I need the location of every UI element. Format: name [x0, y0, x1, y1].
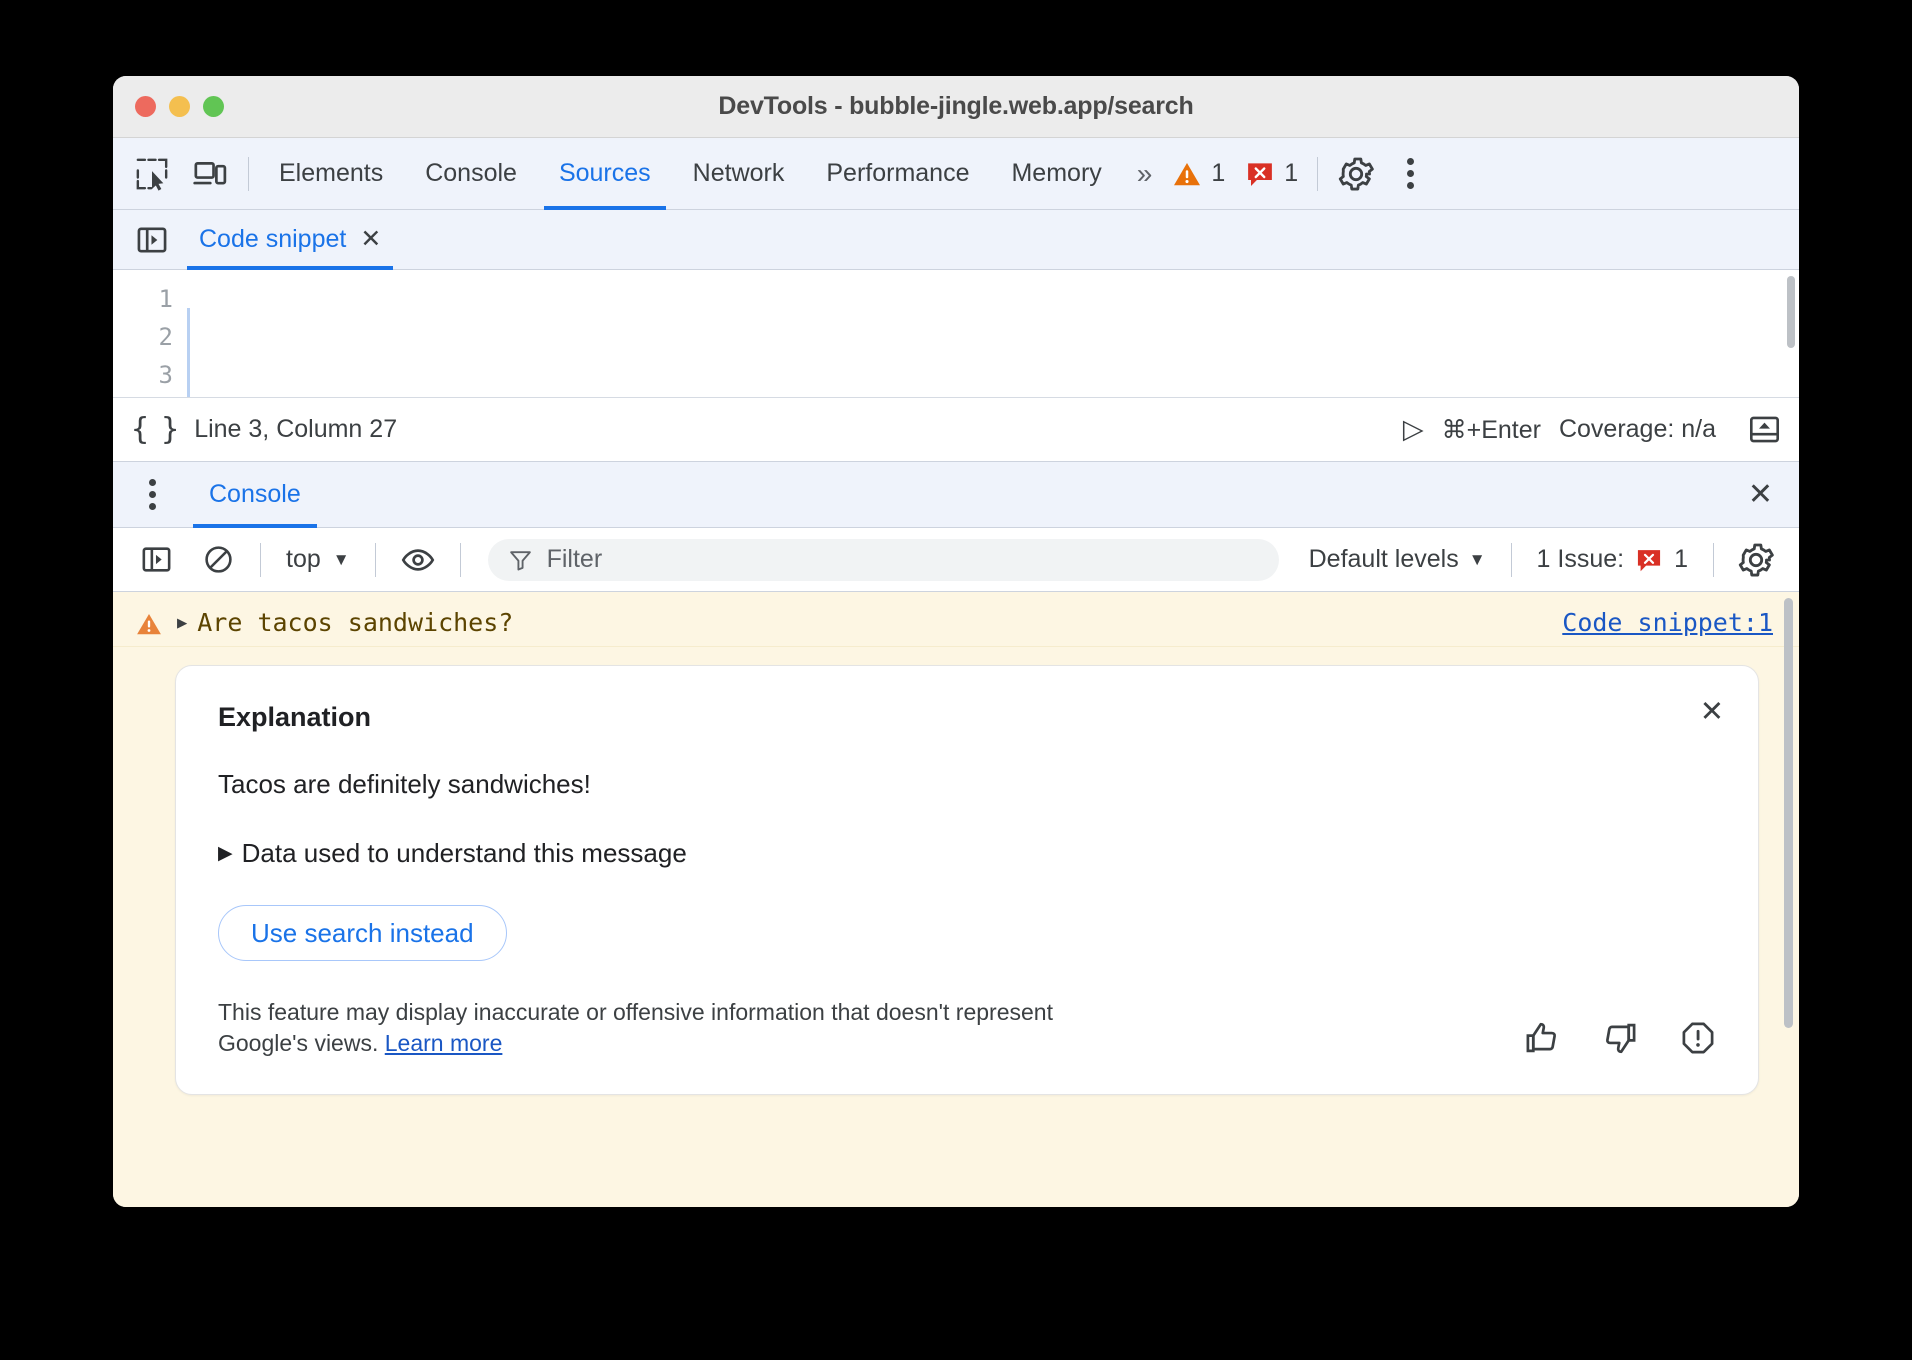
window-title: DevTools - bubble-jingle.web.app/search [113, 92, 1799, 121]
title-bar: DevTools - bubble-jingle.web.app/search [113, 76, 1799, 138]
tab-elements[interactable]: Elements [258, 138, 404, 210]
run-snippet-icon[interactable]: ▷ [1403, 414, 1424, 445]
indent-guide [187, 308, 190, 397]
snippet-tab-label: Code snippet [199, 225, 346, 254]
log-levels-selector[interactable]: Default levels ▼ [1297, 545, 1498, 574]
warning-count: 1 [1211, 159, 1225, 188]
line-number: 3 [113, 356, 173, 394]
coverage-label: Coverage: n/a [1559, 415, 1716, 444]
data-used-label: Data used to understand this message [242, 838, 687, 869]
run-shortcut-label: ⌘+Enter [1442, 415, 1541, 445]
toolbar-divider [248, 157, 249, 191]
tab-console[interactable]: Console [404, 138, 538, 210]
more-tabs-chevron-icon[interactable]: » [1123, 158, 1163, 190]
warning-triangle-icon [135, 610, 163, 638]
data-used-disclosure[interactable]: ▶ Data used to understand this message [218, 838, 1716, 869]
live-expression-eye-icon[interactable] [389, 531, 447, 589]
editor-status-bar: { } Line 3, Column 27 ▷ ⌘+Enter Coverage… [113, 398, 1799, 462]
close-icon[interactable]: ✕ [360, 227, 381, 252]
close-drawer-icon[interactable]: ✕ [1748, 480, 1773, 510]
issues-indicator[interactable]: 1 Issue: 1 [1525, 545, 1700, 574]
code-line-1: console.warn( [185, 394, 1799, 398]
tab-memory[interactable]: Memory [990, 138, 1122, 210]
code-token-warn: warn( [303, 394, 377, 398]
show-drawer-icon[interactable] [1748, 413, 1781, 446]
console-divider-3 [460, 543, 461, 577]
thumb-down-icon[interactable] [1602, 1020, 1638, 1056]
console-scrollbar[interactable] [1784, 598, 1793, 1028]
error-count-badge[interactable]: 1 [1235, 159, 1308, 189]
report-icon[interactable] [1680, 1020, 1716, 1056]
devtools-main-tabbar: Elements Console Sources Network Perform… [113, 138, 1799, 210]
tab-sources[interactable]: Sources [538, 138, 672, 210]
device-toolbar-icon[interactable] [181, 145, 239, 203]
log-levels-label: Default levels [1309, 545, 1459, 574]
tab-code-snippet[interactable]: Code snippet ✕ [181, 210, 399, 270]
cursor-position: Line 3, Column 27 [194, 415, 397, 444]
error-count: 1 [1284, 159, 1298, 188]
editor-scrollbar[interactable] [1787, 276, 1795, 348]
feedback-actions [1524, 1020, 1716, 1060]
code-content[interactable]: console.warn( "Are tacos sandwiches? %c … [185, 270, 1799, 397]
console-message-text: ▶ Are tacos sandwiches? [177, 608, 513, 637]
card-footer: This feature may display inaccurate or o… [218, 997, 1716, 1060]
console-divider-4 [1511, 543, 1512, 577]
console-toolbar: top ▼ Filter Default levels ▼ 1 Issue: [113, 528, 1799, 592]
show-navigator-icon[interactable] [123, 211, 181, 269]
console-divider-2 [375, 543, 376, 577]
issues-count: 1 [1674, 545, 1688, 574]
filter-funnel-icon [508, 547, 533, 572]
filter-placeholder: Filter [547, 545, 603, 574]
message-source-link[interactable]: Code snippet:1 [1562, 608, 1773, 637]
chevron-down-icon: ▼ [333, 550, 350, 570]
thumb-up-icon[interactable] [1524, 1020, 1560, 1056]
toolbar-divider-2 [1317, 157, 1318, 191]
console-settings-gear-icon[interactable] [1727, 531, 1785, 589]
expand-arrow-icon: ▶ [218, 842, 233, 865]
warning-triangle-icon[interactable] [386, 324, 534, 398]
expand-arrow-icon[interactable]: ▶ [177, 613, 187, 633]
tab-performance[interactable]: Performance [805, 138, 990, 210]
line-number-gutter: 1 2 3 [113, 270, 185, 397]
error-bubble-icon [1245, 159, 1275, 189]
devtools-window: DevTools - bubble-jingle.web.app/search … [113, 76, 1799, 1207]
console-sidebar-icon[interactable] [127, 531, 185, 589]
use-search-instead-button[interactable]: Use search instead [218, 905, 507, 961]
pretty-print-braces-icon[interactable]: { } [131, 412, 176, 447]
chevron-down-icon: ▼ [1469, 550, 1486, 570]
explanation-card: Explanation ✕ Tacos are definitely sandw… [175, 665, 1759, 1095]
sources-tabbar: Code snippet ✕ [113, 210, 1799, 270]
code-editor[interactable]: 1 2 3 console.warn( "Are tacos sandwiche… [113, 270, 1799, 398]
execution-context-label: top [286, 545, 321, 574]
card-explanation-text: Tacos are definitely sandwiches! [218, 769, 1716, 800]
line-number: 1 [113, 280, 173, 318]
issues-label: 1 Issue: [1537, 545, 1625, 574]
gear-icon[interactable] [1327, 145, 1385, 203]
close-icon[interactable]: ✕ [1700, 698, 1724, 727]
line-number: 2 [113, 318, 173, 356]
console-filter-input[interactable]: Filter [488, 539, 1279, 581]
disclaimer-text: This feature may display inaccurate or o… [218, 999, 1053, 1056]
learn-more-link[interactable]: Learn more [385, 1030, 503, 1056]
execution-context-selector[interactable]: top ▼ [274, 545, 362, 574]
warning-count-badge[interactable]: 1 [1162, 159, 1235, 189]
console-drawer-header: Console ✕ [113, 462, 1799, 528]
console-divider-1 [260, 543, 261, 577]
console-output: ▶ Are tacos sandwiches? Code snippet:1 E… [113, 592, 1799, 1207]
clear-console-icon[interactable] [189, 531, 247, 589]
drawer-more-options-icon[interactable] [127, 479, 177, 510]
card-disclaimer: This feature may display inaccurate or o… [218, 997, 1078, 1060]
card-title: Explanation [218, 702, 1716, 733]
console-warning-message[interactable]: ▶ Are tacos sandwiches? Code snippet:1 [113, 592, 1799, 647]
error-bubble-icon [1635, 546, 1663, 574]
tab-console-drawer[interactable]: Console [189, 462, 321, 528]
console-divider-5 [1713, 543, 1714, 577]
code-token-console: console. [185, 394, 303, 398]
message-body: Are tacos sandwiches? [197, 608, 513, 637]
tab-network[interactable]: Network [672, 138, 806, 210]
warning-triangle-icon [1172, 159, 1202, 189]
inspect-element-icon[interactable] [123, 145, 181, 203]
main-more-options-icon[interactable] [1385, 145, 1435, 203]
